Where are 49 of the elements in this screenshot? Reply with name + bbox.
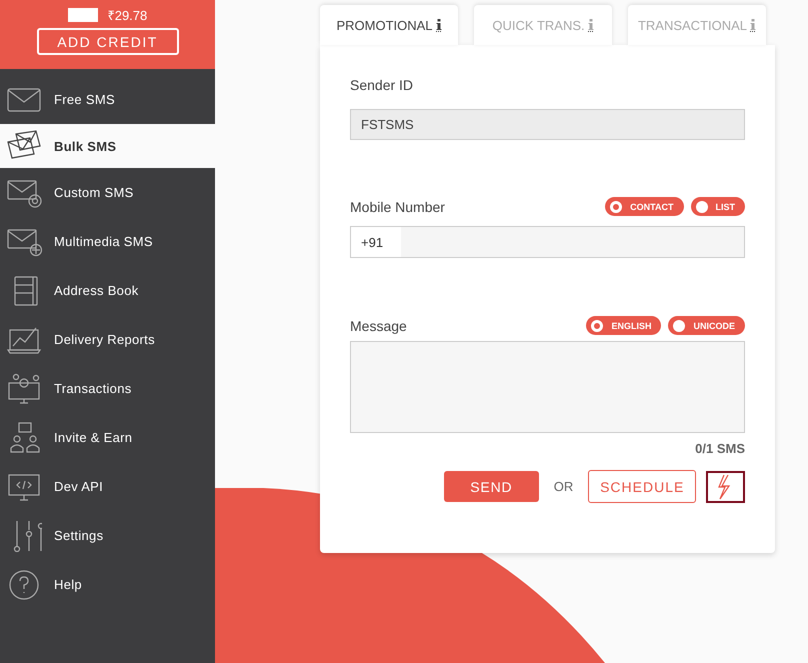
sidebar-label: Invite & Earn — [54, 430, 132, 445]
option-label: UNICODE — [693, 320, 735, 330]
sidebar-item[interactable]: Free SMS — [0, 75, 215, 124]
sidebar-label: Bulk SMS — [54, 138, 116, 154]
sidebar-item[interactable]: Invite & Earn — [0, 413, 215, 462]
info-icon — [750, 18, 756, 32]
sidebar-item[interactable]: Settings — [0, 511, 215, 560]
balance-amount: ₹29.78 — [108, 7, 148, 24]
option-label: CONTACT — [630, 202, 674, 212]
send-button[interactable]: SEND — [444, 471, 539, 502]
sidebar-label: Help — [54, 577, 82, 592]
sidebar-item[interactable]: Address Book — [0, 266, 215, 315]
sidebar-label: Transactions — [54, 381, 132, 396]
option-label: ENGLISH — [611, 320, 652, 330]
field-label: Message — [350, 318, 407, 334]
sidebar-label: Custom SMS — [54, 185, 134, 200]
sms-counter: 0/1 SMS — [694, 441, 745, 456]
tab[interactable]: PROMOTIONAL — [320, 5, 458, 45]
monitor-coins-icon — [6, 372, 42, 404]
field-label: Sender ID — [350, 77, 414, 93]
option-label: LIST — [716, 202, 735, 212]
sidebar-label: Dev API — [54, 479, 104, 494]
sidebar-label: Multimedia SMS — [54, 234, 153, 249]
radio-option[interactable]: CONTACT — [605, 197, 684, 216]
sidebar-label: Settings — [54, 528, 104, 543]
sender-id-field[interactable]: FSTSMS — [350, 109, 745, 140]
sidebar-item[interactable]: Custom SMS — [0, 168, 215, 217]
message-field[interactable] — [350, 341, 745, 433]
sidebar-item[interactable]: Multimedia SMS — [0, 217, 215, 266]
mobile-number-field[interactable]: +91 — [350, 226, 745, 258]
flash-button[interactable] — [706, 470, 745, 502]
radio-option[interactable]: UNICODE — [668, 316, 745, 335]
sidebar-item[interactable]: Delivery Reports — [0, 315, 215, 364]
schedule-button[interactable]: SCHEDULE — [588, 470, 696, 503]
sidebar-label: Free SMS — [54, 92, 115, 107]
field-label: Mobile Number — [350, 198, 445, 214]
sidebar-item[interactable]: Bulk SMS — [0, 124, 215, 168]
or-label: OR — [554, 479, 574, 494]
sidebar-item[interactable]: Help — [0, 560, 215, 609]
sidebar-item[interactable]: Dev API — [0, 462, 215, 511]
wallet-icon — [68, 8, 98, 22]
radio-option[interactable]: ENGLISH — [586, 316, 662, 335]
radio-option[interactable]: LIST — [690, 197, 745, 216]
info-icon — [436, 18, 442, 32]
add-credit-button[interactable]: ADD CREDIT — [36, 28, 178, 55]
sidebar-item[interactable]: Transactions — [0, 364, 215, 413]
sidebar-label: Delivery Reports — [54, 332, 155, 347]
sidebar-label: Address Book — [54, 283, 139, 298]
info-icon — [588, 18, 594, 32]
